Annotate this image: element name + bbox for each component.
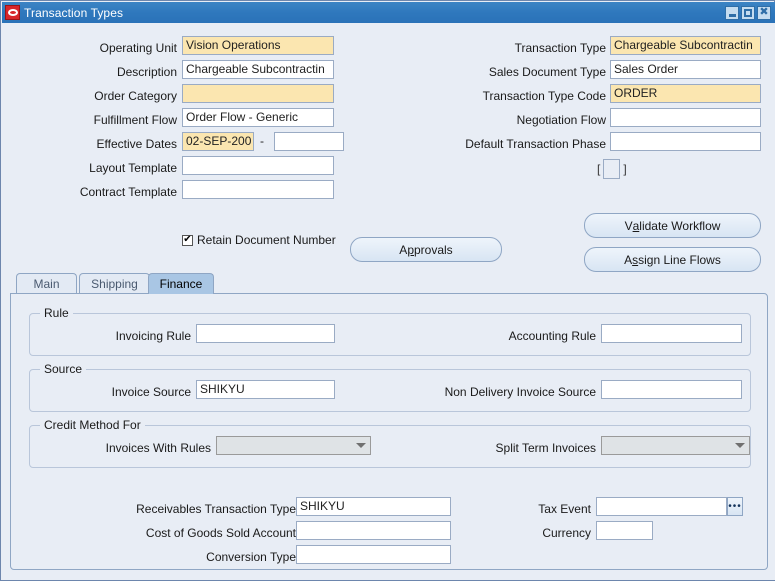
credit-method-group-title: Credit Method For [40,418,145,432]
label-tax-event: Tax Event [538,502,591,516]
retain-document-number-checkbox[interactable]: ✔ Retain Document Number [182,233,336,247]
receivables-transaction-type-field[interactable]: SHIKYU [296,497,451,516]
description-field[interactable]: Chargeable Subcontractin [182,60,334,79]
approvals-button[interactable]: Ap provals [350,237,502,262]
label-effective-dates: Effective Dates [96,137,177,151]
approvals-label-post: provals [414,242,453,257]
tax-event-field[interactable] [596,497,727,516]
approvals-mnemonic: p [407,242,414,257]
assign-line-flows-label-pre: A [624,252,633,267]
label-invoice-source: Invoice Source [111,385,191,399]
conversion-type-field[interactable] [296,545,451,564]
descriptive-flexfield[interactable]: [ ] [597,159,627,179]
checkbox-box[interactable]: ✔ [182,234,193,246]
label-layout-template: Layout Template [89,161,177,175]
effective-dates-separator: - [260,134,264,148]
invoices-with-rules-dropdown[interactable] [216,436,371,455]
chevron-down-icon [356,443,366,448]
non-delivery-invoice-source-field[interactable] [601,380,742,399]
approvals-label-pre: A [399,242,408,257]
cost-of-goods-sold-account-field[interactable] [296,521,451,540]
label-operating-unit: Operating Unit [99,41,177,55]
label-description: Description [116,65,177,79]
transaction-type-code-field[interactable]: ORDER [610,84,761,103]
invoicing-rule-field[interactable] [196,324,335,343]
effective-date-from-field[interactable]: 02-SEP-200 [182,132,254,151]
default-transaction-phase-field[interactable] [610,132,761,151]
transaction-type-field[interactable]: Chargeable Subcontractin [610,36,761,55]
label-negotiation-flow: Negotiation Flow [516,113,606,127]
label-cost-of-goods-sold-account: Cost of Goods Sold Account [145,526,296,540]
assign-line-flows-button[interactable]: As sign Line Flows [584,247,761,272]
label-currency: Currency [542,526,591,540]
label-transaction-type-code: Transaction Type Code [482,89,606,103]
window-controls: ✖ [725,5,771,20]
validate-workflow-label-pre: V [624,218,633,233]
minimize-icon[interactable] [725,5,739,20]
chevron-down-icon [735,443,745,448]
sales-document-type-field[interactable]: Sales Order [610,60,761,79]
maximize-icon[interactable] [741,5,755,20]
fulfillment-flow-field[interactable]: Order Flow - Generic [182,108,334,127]
label-contract-template: Contract Template [79,185,177,199]
label-order-category: Order Category [94,89,177,103]
label-accounting-rule: Accounting Rule [508,329,596,343]
effective-date-to-field[interactable] [274,132,344,151]
tab-strip: Main Shipping Finance [10,273,768,294]
label-default-transaction-phase: Default Transaction Phase [465,137,606,151]
order-category-field[interactable] [182,84,334,103]
label-transaction-type: Transaction Type [514,41,606,55]
currency-field[interactable] [596,521,653,540]
label-fulfillment-flow: Fulfillment Flow [93,113,177,127]
tab-shipping[interactable]: Shipping [79,273,150,293]
close-glyph: ✖ [759,6,769,18]
accounting-rule-field[interactable] [601,324,742,343]
operating-unit-field[interactable]: Vision Operations [182,36,334,55]
oracle-logo-icon [5,5,20,20]
label-invoices-with-rules: Invoices With Rules [105,441,211,455]
validate-workflow-label-post: lidate Workflow [639,218,721,233]
contract-template-field[interactable] [182,180,334,199]
tab-main[interactable]: Main [16,273,77,293]
title-bar: Transaction Types ✖ [2,2,775,23]
label-non-delivery-invoice-source: Non Delivery Invoice Source [444,385,596,399]
header-region: Operating Unit Description Order Categor… [2,23,775,272]
validate-workflow-mnemonic: a [632,218,640,233]
validate-workflow-button[interactable]: Va lidate Workflow [584,213,761,238]
rule-group-title: Rule [40,306,73,320]
window-title: Transaction Types [24,5,124,20]
transaction-types-window: Transaction Types ✖ Operating Unit Descr… [0,0,775,581]
assign-line-flows-label-post: sign Line Flows [638,252,721,267]
label-split-term-invoices: Split Term Invoices [495,441,596,455]
label-receivables-transaction-type: Receivables Transaction Type [136,502,296,516]
client-area: Operating Unit Description Order Categor… [2,23,775,580]
retain-document-number-label: Retain Document Number [197,233,336,247]
source-group-title: Source [40,362,87,376]
label-invoicing-rule: Invoicing Rule [115,329,191,343]
negotiation-flow-field[interactable] [610,108,761,127]
flexfield-box[interactable] [603,159,621,179]
label-conversion-type: Conversion Type [206,550,296,564]
finance-tab-panel: Rule Invoicing Rule Accounting Rule Sour… [10,293,768,570]
split-term-invoices-dropdown[interactable] [601,436,750,455]
tax-event-lov-icon[interactable]: ••• [727,497,743,516]
close-icon[interactable]: ✖ [757,5,771,20]
invoice-source-field[interactable]: SHIKYU [196,380,335,399]
layout-template-field[interactable] [182,156,334,175]
flexfield-open-bracket: [ [597,162,601,176]
label-sales-document-type: Sales Document Type [488,65,606,79]
flexfield-close-bracket: ] [623,162,627,176]
tab-finance[interactable]: Finance [148,273,214,294]
